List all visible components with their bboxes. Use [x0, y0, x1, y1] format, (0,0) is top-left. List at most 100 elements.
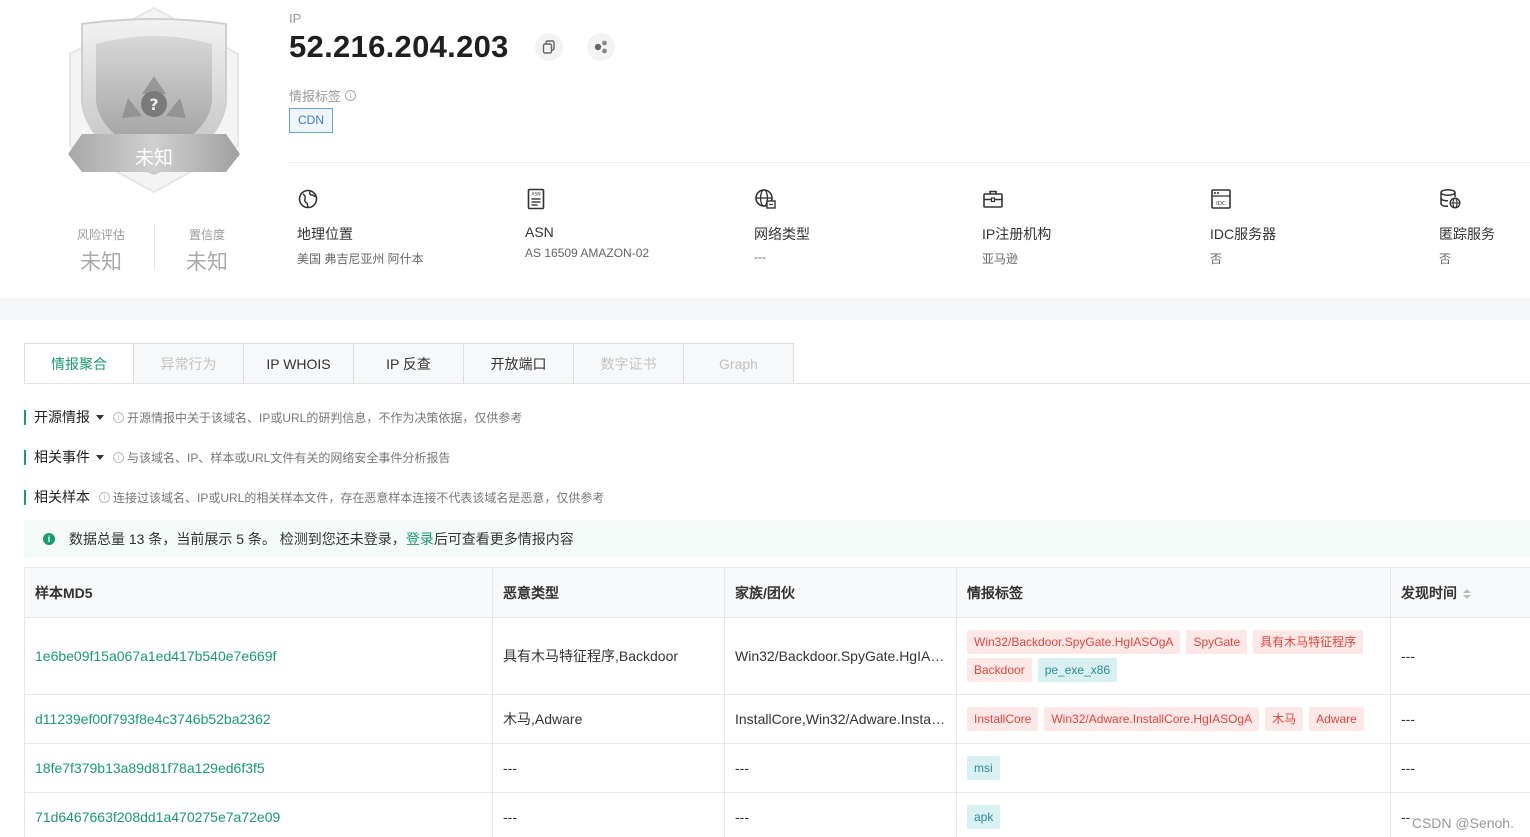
meta-value: AS 16509 AMAZON-02 — [525, 246, 650, 260]
meta-title: 匿踪服务 — [1439, 226, 1495, 242]
ip-address: 52.216.204.203 — [289, 29, 509, 64]
tab-ip-reverse-lookup[interactable]: IP 反查 — [354, 343, 464, 384]
samples-table: 样本MD5 恶意类型 家族/团伙 情报标签 发现时间 1e6be09f15a06… — [24, 567, 1530, 837]
briefcase-icon — [983, 190, 1003, 208]
copy-icon — [542, 40, 555, 54]
meta-value: 美国 弗吉尼亚州 阿什本 — [297, 252, 424, 266]
col-intel-tags: 情报标签 — [956, 567, 1391, 618]
section-hint: i 与该域名、IP、样本或URL文件有关的网络安全事件分析报告 — [113, 449, 450, 466]
section-hint: i 开源情报中关于该域名、IP或URL的研判信息，不作为决策依据，仅供参考 — [113, 409, 522, 426]
intel-tag: Backdoor — [967, 658, 1032, 682]
asn-doc-icon: ASN — [527, 188, 545, 210]
meta-value: 否 — [1439, 252, 1452, 266]
intel-tag: 木马 — [1265, 707, 1304, 731]
section-title[interactable]: 相关事件 — [34, 447, 90, 467]
md5-link[interactable]: d11239ef00f793f8e4c3746b52ba2362 — [24, 694, 493, 744]
tags-cell: Win32/Backdoor.SpyGate.HgIASOgA SpyGate 具有… — [956, 617, 1391, 695]
meta-title: 地理位置 — [297, 226, 353, 242]
tab-intel-aggregation[interactable]: 情报聚合 — [24, 343, 134, 384]
intel-tag-label: 情报标签 i — [289, 86, 357, 105]
caret-down-icon[interactable] — [96, 454, 104, 460]
meta-geolocation: 地理位置 美国 弗吉尼亚州 阿什本 — [297, 188, 497, 267]
info-filled-icon: i — [43, 533, 55, 545]
svg-text:?: ? — [149, 95, 158, 114]
idc-server-icon: IDC — [1211, 189, 1231, 209]
family-cell: Win32/Backdoor.SpyGate.HgIASOgA,SpyGate — [724, 617, 957, 695]
svg-text:IDC: IDC — [1216, 201, 1226, 207]
login-link[interactable]: 登录 — [406, 529, 434, 549]
meta-network-type: 网络类型 --- — [754, 188, 954, 264]
meta-value: 亚马逊 — [982, 252, 1019, 266]
time-cell: --- — [1390, 694, 1530, 744]
divider — [288, 162, 1530, 163]
malware-type-cell: --- — [492, 792, 725, 837]
tab-certificates[interactable]: 数字证书 — [574, 343, 684, 384]
notice-text: 数据总量 13 条，当前展示 5 条。 检测到您还未登录， — [69, 531, 406, 547]
tab-ip-whois[interactable]: IP WHOIS — [244, 343, 354, 384]
malware-type-cell: 木马,Adware — [492, 694, 725, 744]
login-notice: i 数据总量 13 条，当前展示 5 条。 检测到您还未登录， 登录 后可查看更多情… — [24, 520, 1530, 558]
tags-cell: apk — [956, 792, 1391, 837]
tab-open-ports[interactable]: 开放端口 — [464, 343, 574, 384]
malware-type-cell: --- — [492, 743, 725, 793]
risk-assessment: 风险评估 未知 — [51, 226, 151, 276]
section-related-samples: 相关样本 i 连接过该域名、IP或URL的相关样本文件，存在恶意样本连接不代表该… — [24, 487, 604, 507]
tab-graph[interactable]: Graph — [684, 343, 794, 384]
md5-link[interactable]: 71d6467663f208dd1a470275e7a72e09 — [24, 792, 493, 837]
intel-tag: Win32/Adware.InstallCore.HgIASOgA — [1044, 707, 1260, 731]
info-icon: i — [113, 451, 124, 463]
intel-tag: pe_exe_x86 — [1037, 658, 1118, 682]
score-divider — [154, 224, 155, 270]
meta-value: --- — [754, 250, 766, 264]
graph-nodes-icon — [594, 40, 607, 54]
intel-tag: msi — [967, 756, 1000, 780]
table-row: 18fe7f379b13a89d81f78a129ed6f3f5 --- ---… — [24, 743, 1530, 793]
tabs-underline — [24, 383, 1530, 384]
malware-type-cell: 具有木马特征程序,Backdoor — [492, 617, 725, 695]
info-icon: i — [99, 491, 110, 503]
caret-down-icon[interactable] — [96, 414, 104, 420]
badge-label: 未知 — [135, 147, 173, 169]
tags-cell: msi — [956, 743, 1391, 793]
section-accent-bar — [24, 409, 26, 425]
section-open-source-intel: 开源情报 i 开源情报中关于该域名、IP或URL的研判信息，不作为决策依据，仅供… — [24, 407, 522, 427]
table-header-row: 样本MD5 恶意类型 家族/团伙 情报标签 发现时间 — [24, 567, 1530, 618]
meta-idc: IDC IDC服务器 否 — [1210, 188, 1410, 267]
confidence-label: 置信度 — [188, 228, 225, 242]
family-cell: InstallCore,Win32/Adware.InstallCore.HgI… — [724, 694, 957, 744]
meta-anonymity-service: 匿踪服务 否 — [1439, 188, 1530, 267]
tab-abnormal-behavior[interactable]: 异常行为 — [134, 343, 244, 384]
unknown-risk-shield-icon: ? 未知 — [68, 6, 240, 194]
confidence: 置信度 未知 — [157, 226, 257, 276]
database-globe-icon — [1440, 188, 1461, 209]
globe-icon — [298, 189, 318, 209]
intel-tag: Win32/Backdoor.SpyGate.HgIASOgA — [967, 630, 1181, 654]
ip-label: IP — [289, 11, 302, 26]
info-icon[interactable]: i — [345, 90, 357, 101]
section-accent-bar — [24, 449, 26, 465]
family-cell: --- — [724, 743, 957, 793]
meta-title: IDC服务器 — [1210, 226, 1277, 242]
col-md5: 样本MD5 — [24, 567, 493, 618]
intel-tag: InstallCore — [967, 707, 1039, 731]
info-icon: i — [113, 411, 124, 423]
cdn-tag: CDN — [289, 108, 333, 133]
confidence-value: 未知 — [186, 250, 228, 274]
family-cell: --- — [724, 792, 957, 837]
section-title[interactable]: 开源情报 — [34, 407, 90, 427]
meta-title: IP注册机构 — [982, 226, 1052, 242]
network-globe-icon — [755, 189, 776, 209]
col-discovered-time[interactable]: 发现时间 — [1390, 567, 1530, 618]
md5-link[interactable]: 18fe7f379b13a89d81f78a129ed6f3f5 — [24, 743, 493, 793]
time-cell: --- — [1390, 617, 1530, 695]
svg-text:ASN: ASN — [531, 192, 540, 198]
intel-tag: Adware — [1309, 707, 1364, 731]
section-accent-bar — [24, 489, 26, 505]
md5-link[interactable]: 1e6be09f15a067a1ed417b540e7e669f — [24, 617, 493, 695]
copy-button[interactable] — [535, 33, 563, 61]
graph-button[interactable] — [587, 33, 615, 61]
ip-summary-panel: ? 未知 风险评估 未知 置信度 未知 IP 52.216.204.203 情报… — [0, 0, 1530, 298]
sort-icon[interactable] — [1463, 588, 1471, 599]
col-malware-type: 恶意类型 — [492, 567, 725, 618]
meta-title: 网络类型 — [754, 226, 810, 242]
